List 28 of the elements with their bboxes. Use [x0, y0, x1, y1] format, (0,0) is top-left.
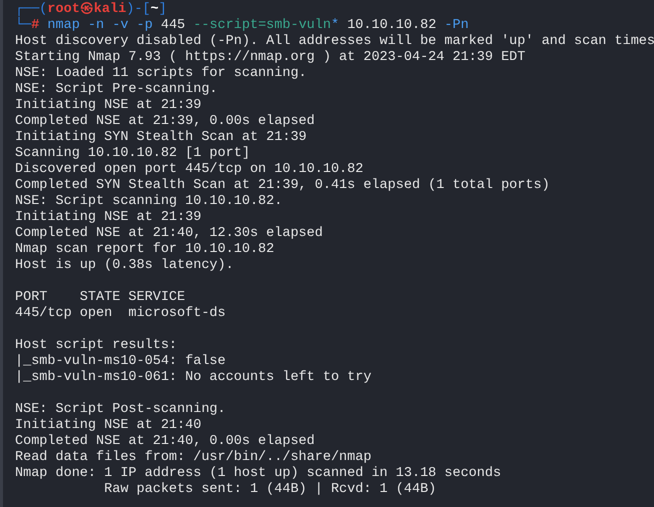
output-line: Host script results: — [15, 338, 178, 354]
output-line: 445/tcp open microsoft-ds — [15, 306, 226, 322]
output-line: NSE: Script scanning 10.10.10.82. — [15, 194, 282, 210]
output-line: Completed NSE at 21:40, 12.30s elapsed — [15, 226, 323, 242]
output-line: NSE: Loaded 11 scripts for scanning. — [15, 66, 307, 82]
output-line: Initiating NSE at 21:39 — [15, 210, 202, 226]
output-line: Host is up (0.38s latency). — [15, 258, 234, 274]
output-line: Completed SYN Stealth Scan at 21:39, 0.41s elapsed (1 total ports) — [15, 178, 550, 194]
output-line: Completed NSE at 21:39, 0.00s elapsed — [15, 114, 315, 130]
prompt-line: ┌──(root㉿kali)-[~] — [15, 2, 167, 17]
output-line: Starting Nmap 7.93 ( https://nmap.org ) at 2023-04-24 21:39 EDT — [15, 50, 526, 66]
output-line: Nmap scan report for 10.10.10.82 — [15, 242, 274, 258]
output-line: Read data files from: /usr/bin/../share/nmap — [15, 450, 372, 466]
output-line: |_smb-vuln-ms10-054: false — [15, 354, 226, 370]
output-line: PORT STATE SERVICE — [15, 290, 186, 306]
output-line: NSE: Script Post-scanning. — [15, 402, 226, 418]
command-line: └─# nmap -n -v -p 445 --script=smb-vuln* 10.10.10.82 -Pn — [15, 18, 469, 34]
output-line: Initiating NSE at 21:40 — [15, 418, 202, 434]
output-line: Raw packets sent: 1 (44B) | Rcvd: 1 (44B) — [103, 482, 436, 498]
output-line: |_smb-vuln-ms10-061: No accounts left to try — [15, 370, 372, 386]
output-line: Initiating SYN Stealth Scan at 21:39 — [15, 130, 307, 146]
output-line: NSE: Script Pre-scanning. — [15, 82, 218, 98]
output-line: Completed NSE at 21:40, 0.00s elapsed — [15, 434, 315, 450]
output-line: Host discovery disabled (-Pn). All addresses will be marked 'up' and scan times — [15, 34, 654, 50]
output-line: Nmap done: 1 IP address (1 host up) scanned in 13.18 seconds — [15, 466, 502, 482]
output-line: Discovered open port 445/tcp on 10.10.10.82 — [15, 162, 364, 178]
output-line: Initiating NSE at 21:39 — [15, 98, 202, 114]
output-line: Scanning 10.10.10.82 [1 port] — [15, 146, 250, 162]
